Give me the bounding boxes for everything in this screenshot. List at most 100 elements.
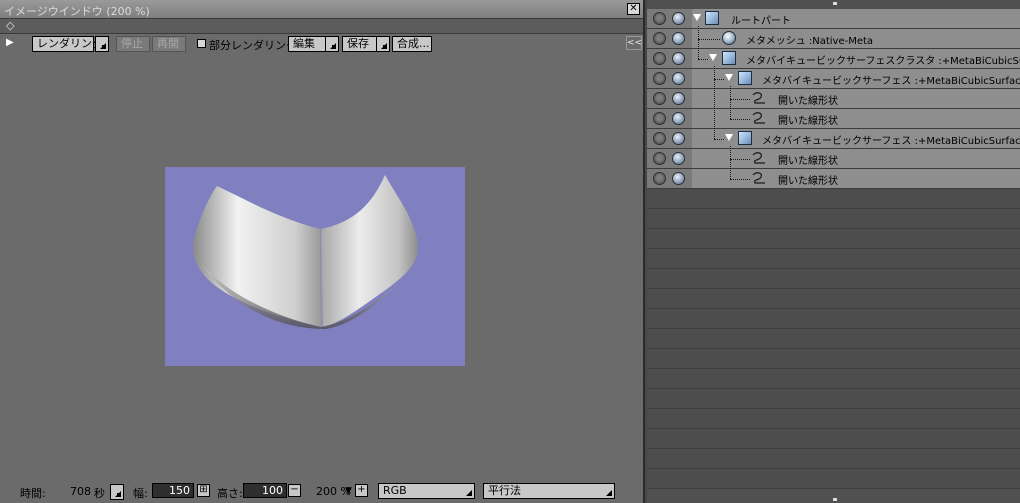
edit-dropdown-button[interactable] xyxy=(325,36,339,52)
time-label: 時間: xyxy=(20,487,46,500)
render-toggle-icon[interactable] xyxy=(672,152,685,165)
render-button[interactable]: レンダリング xyxy=(32,36,103,52)
tree-connector xyxy=(730,146,731,179)
color-mode-value: RGB xyxy=(383,484,407,497)
seconds-label: 秒 xyxy=(94,487,105,500)
link-aspect-icon[interactable]: ⊞ xyxy=(197,484,210,497)
tree-item-label: メタバイキュービックサーフェスクラスタ :+MetaBiCubicSurface xyxy=(746,56,1020,67)
render-toggle-icon[interactable] xyxy=(672,12,685,25)
zoom-dropdown-icon[interactable]: ▼ xyxy=(345,486,352,496)
empty-tree-row xyxy=(647,229,1020,249)
render-toggle-icon[interactable] xyxy=(672,112,685,125)
surface-cluster-icon xyxy=(722,51,736,65)
width-field[interactable]: 150 xyxy=(152,483,194,498)
rendered-surface-shape xyxy=(193,175,418,329)
play-icon[interactable]: ▶ xyxy=(6,36,14,50)
expand-triangle-icon[interactable] xyxy=(725,134,733,141)
expand-triangle-icon[interactable] xyxy=(693,14,701,21)
hierarchy-panel: ルートパート メタメッシュ :Native-Meta メタバイキュービックサーフ… xyxy=(647,0,1020,503)
visibility-eye-icon[interactable] xyxy=(653,32,666,45)
partial-render-checkbox[interactable] xyxy=(197,39,206,48)
expand-triangle-icon[interactable] xyxy=(709,54,717,61)
window-titlebar[interactable]: イメージウインドウ (200 %) ✕ xyxy=(0,0,643,19)
window-title: イメージウインドウ (200 %) xyxy=(4,5,150,18)
empty-tree-row xyxy=(647,369,1020,389)
dropdown-arrow-icon xyxy=(100,43,106,49)
tree-item-label: 開いた線形状 xyxy=(778,156,838,167)
tree-row-surface[interactable]: メタバイキュービックサーフェス :+MetaBiCubicSurface xyxy=(647,129,1020,149)
tree-row-open-curve[interactable]: 開いた線形状 xyxy=(647,169,1020,189)
resume-button[interactable]: 再開 xyxy=(152,36,186,52)
visibility-eye-icon[interactable] xyxy=(653,72,666,85)
empty-tree-row xyxy=(647,469,1020,489)
tree-connector xyxy=(714,139,724,140)
visibility-eye-icon[interactable] xyxy=(653,172,666,185)
zoom-out-button[interactable]: − xyxy=(288,484,301,497)
empty-tree-row xyxy=(647,429,1020,449)
render-dropdown-button[interactable] xyxy=(95,36,109,52)
meta-mesh-icon xyxy=(722,31,736,45)
tree-connector xyxy=(698,39,720,40)
render-toggle-icon[interactable] xyxy=(672,132,685,145)
save-dropdown-button[interactable] xyxy=(376,36,390,52)
visibility-eye-icon[interactable] xyxy=(653,52,666,65)
surface-icon xyxy=(738,131,752,145)
dropdown-arrow-icon xyxy=(606,490,612,496)
close-button[interactable]: ✕ xyxy=(627,3,640,15)
visibility-eye-icon[interactable] xyxy=(653,112,666,125)
tree-connector xyxy=(714,66,715,139)
empty-tree-row xyxy=(647,389,1020,409)
tree-connector xyxy=(730,86,731,119)
visibility-eye-icon[interactable] xyxy=(653,12,666,25)
height-label: 高さ: xyxy=(217,487,243,500)
height-field[interactable]: 100 xyxy=(243,483,287,498)
projection-select[interactable]: 平行法 xyxy=(483,483,615,499)
panel-resize-handle-bottom[interactable] xyxy=(833,498,837,501)
empty-tree-row xyxy=(647,249,1020,269)
tree-row-surface[interactable]: メタバイキュービックサーフェス :+MetaBiCubicSurface xyxy=(647,69,1020,89)
image-toolbar: ▶ レンダリング 停止 再開 部分レンダリング 編集 保存 合成... << xyxy=(0,35,643,53)
expand-triangle-icon[interactable] xyxy=(725,74,733,81)
rendered-image xyxy=(165,167,465,366)
tree-connector xyxy=(698,26,699,39)
dropdown-arrow-icon xyxy=(330,43,336,49)
compose-button[interactable]: 合成... xyxy=(392,36,432,52)
time-dropdown-button[interactable] xyxy=(110,484,124,500)
visibility-eye-icon[interactable] xyxy=(653,132,666,145)
projection-value: 平行法 xyxy=(488,484,521,497)
partial-render-label: 部分レンダリング xyxy=(209,39,297,52)
stop-button[interactable]: 停止 xyxy=(116,36,150,52)
render-toggle-icon[interactable] xyxy=(672,72,685,85)
tree-row-open-curve[interactable]: 開いた線形状 xyxy=(647,109,1020,129)
tree-connector xyxy=(730,119,750,120)
panel-resize-handle-top[interactable] xyxy=(833,2,837,5)
render-toggle-icon[interactable] xyxy=(672,32,685,45)
tree-item-label: メタバイキュービックサーフェス :+MetaBiCubicSurface xyxy=(762,76,1020,87)
empty-tree-row xyxy=(647,409,1020,429)
tree-connector xyxy=(698,39,699,59)
visibility-eye-icon[interactable] xyxy=(653,92,666,105)
tree-connector xyxy=(730,99,750,100)
tree-row-open-curve[interactable]: 開いた線形状 xyxy=(647,149,1020,169)
expand-icon[interactable]: ◇ xyxy=(6,19,14,33)
empty-tree-row xyxy=(647,449,1020,469)
open-curve-icon xyxy=(752,92,765,104)
render-toggle-icon[interactable] xyxy=(672,92,685,105)
empty-tree-row xyxy=(647,189,1020,209)
render-toggle-icon[interactable] xyxy=(672,172,685,185)
zoom-in-button[interactable]: + xyxy=(355,484,368,497)
image-window: イメージウインドウ (200 %) ✕ ◇ ▶ レンダリング 停止 再開 部分レ… xyxy=(0,0,645,503)
tree-row-root-part[interactable]: ルートパート xyxy=(647,9,1020,29)
tree-row-open-curve[interactable]: 開いた線形状 xyxy=(647,89,1020,109)
empty-tree-row xyxy=(647,209,1020,229)
dropdown-arrow-icon xyxy=(466,490,472,496)
tree-item-label: 開いた線形状 xyxy=(778,116,838,127)
width-label: 幅: xyxy=(133,487,148,500)
image-canvas-area xyxy=(2,53,641,480)
render-toggle-icon[interactable] xyxy=(672,52,685,65)
collapse-panel-button[interactable]: << xyxy=(626,36,642,50)
visibility-eye-icon[interactable] xyxy=(653,152,666,165)
dropdown-arrow-icon xyxy=(381,43,387,49)
color-mode-select[interactable]: RGB xyxy=(378,483,475,499)
edit-button[interactable]: 編集 xyxy=(288,36,328,52)
